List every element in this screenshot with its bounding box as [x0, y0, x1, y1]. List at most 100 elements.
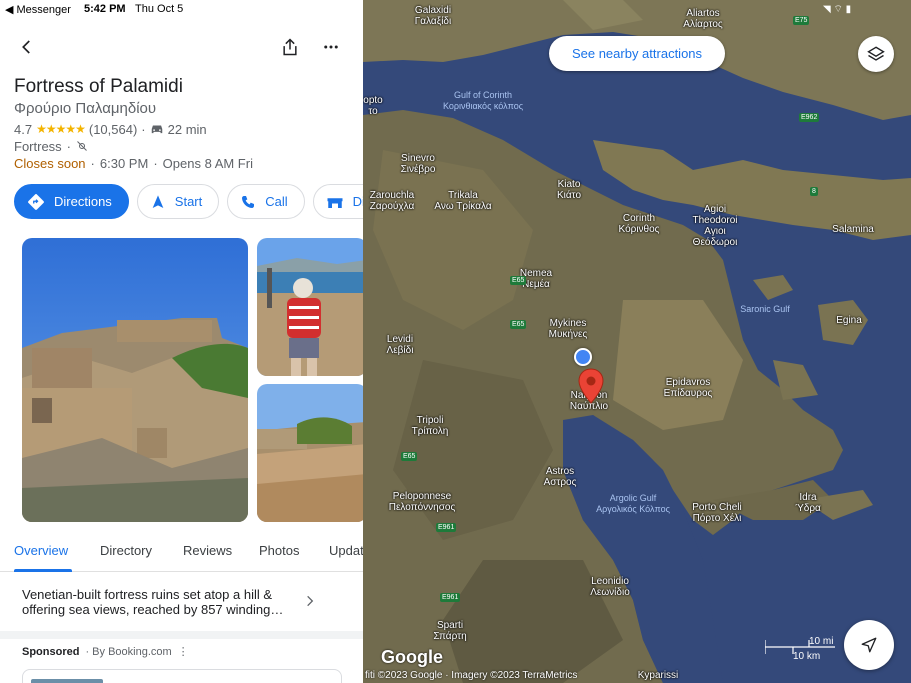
- top-nav: [0, 34, 363, 60]
- tab-photos[interactable]: Photos: [259, 543, 299, 558]
- tab-reviews[interactable]: Reviews: [183, 543, 232, 558]
- sponsored-by: · By Booking.com: [85, 645, 172, 658]
- sponsored-card[interactable]: [22, 669, 342, 683]
- layers-icon: [867, 46, 885, 61]
- directions-icon: [28, 193, 44, 210]
- map-label: Aliartos Αλίαρτος: [683, 8, 723, 30]
- road-shield: E962: [799, 113, 820, 122]
- status-time: 5:42 PM: [84, 3, 126, 15]
- not-accessible-icon: [77, 141, 87, 151]
- more-dots-icon: [324, 45, 338, 49]
- map-label: Sinevro Σινέβρο: [400, 153, 436, 175]
- navigation-arrow-icon: [152, 194, 164, 208]
- phone-icon: [242, 195, 255, 208]
- map-label: Leonidio Λεωνίδιο: [590, 576, 630, 598]
- road-shield: E65: [510, 276, 527, 285]
- car-icon: [151, 125, 162, 134]
- map-layers-button[interactable]: [858, 36, 894, 72]
- map-label: Levidi Λεβίδι: [386, 334, 414, 356]
- map-label: Agioi Theodoroi Αγιοι Θεόδωροι: [692, 204, 738, 248]
- map-label: Kiato Κιάτο: [556, 179, 582, 201]
- map-scale-bar: 10 mi 10 km: [765, 636, 837, 664]
- map-label: Tripoli Τρίπολη: [411, 415, 449, 437]
- drive-time: 22 min: [167, 121, 207, 137]
- satellite-map[interactable]: Galaxidi Γαλαξίδι Aliartos Αλίαρτος Gulf o…: [363, 0, 911, 683]
- hours-row[interactable]: Closes soon · 6:30 PM · Opens 8 AM Fri: [14, 155, 253, 171]
- map-label: Corinth Κόρινθος: [618, 213, 660, 235]
- chevron-right-icon: [307, 595, 314, 607]
- back-arrow-icon: [22, 40, 30, 54]
- scale-km: 10 km: [793, 651, 821, 662]
- photo-fortress-walls[interactable]: [22, 238, 248, 522]
- directions-button[interactable]: Directions: [14, 184, 129, 219]
- opens-time: Opens 8 AM Fri: [162, 155, 253, 171]
- rating-row[interactable]: 4.7 ★★★★★ (10,564) · 22 min: [14, 121, 207, 137]
- google-logo: Google: [381, 647, 443, 667]
- hotel-directory-button[interactable]: Dir: [312, 184, 363, 219]
- share-button[interactable]: [277, 34, 303, 60]
- map-attribution: fiti ©2023 Google · Imagery ©2023 TerraM…: [363, 669, 911, 683]
- tab-updates[interactable]: Updat: [329, 543, 363, 558]
- map-label: Idra Ύδρα: [795, 492, 821, 514]
- hotel-directory-label: Dir: [352, 194, 363, 209]
- map-label: opto το: [363, 95, 383, 117]
- sponsored-header: Sponsored · By Booking.com ⋮: [22, 645, 189, 659]
- category-row: Fortress ·: [14, 138, 88, 154]
- separator-dot: ·: [141, 121, 146, 137]
- place-pin-icon[interactable]: [578, 368, 604, 404]
- rating-stars-icon: ★★★★★: [36, 122, 86, 136]
- back-button[interactable]: [14, 34, 40, 60]
- map-label: Egina: [836, 315, 862, 326]
- tab-overview[interactable]: Overview: [14, 543, 68, 558]
- map-label: Epidavros Επίδαυρος: [663, 377, 713, 399]
- start-button[interactable]: Start: [136, 184, 220, 219]
- rating-value: 4.7: [14, 121, 33, 137]
- road-shield: E75: [793, 16, 810, 25]
- map-label: Gulf of Corinth Κορινθιακός κόλπος: [442, 90, 524, 111]
- open-status: Closes soon: [14, 155, 86, 171]
- map-label: Peloponnese Πελοπόννησος: [388, 491, 456, 513]
- road-shield: 8: [810, 187, 818, 196]
- more-options-button[interactable]: [318, 34, 344, 60]
- action-chips: Directions Start Call Dir: [14, 184, 363, 220]
- status-date: Thu Oct 5: [135, 3, 184, 15]
- section-divider: [0, 631, 363, 639]
- map-label: Porto Cheli Πόρτο Χέλι: [692, 502, 742, 524]
- place-panel: ◀ Messenger 5:42 PM Thu Oct 5 Fortress o…: [0, 0, 363, 683]
- call-button[interactable]: Call: [227, 184, 305, 219]
- map-label: Astros Αστρος: [543, 466, 577, 488]
- call-label: Call: [265, 194, 288, 209]
- map-label: Saronic Gulf: [740, 304, 790, 314]
- current-location-dot: [574, 348, 592, 366]
- directions-label: Directions: [54, 194, 112, 209]
- my-location-button[interactable]: [844, 620, 894, 670]
- description-expand-button[interactable]: [300, 591, 320, 611]
- see-nearby-attractions-button[interactable]: See nearby attractions: [549, 36, 725, 71]
- tab-directory[interactable]: Directory: [100, 543, 152, 558]
- place-local-name: Φρούριο Παλαμηδίου: [14, 100, 157, 117]
- map-label: Zarouchla Ζαρούχλα: [369, 190, 415, 212]
- road-shield: E65: [510, 320, 527, 329]
- map-label: Salamina: [832, 224, 874, 235]
- photo-visitor-on-ramparts[interactable]: [257, 238, 363, 376]
- separator-dot: ·: [153, 155, 158, 171]
- status-bar: ◀ Messenger 5:42 PM Thu Oct 5: [0, 0, 363, 18]
- photo-hillside-fortress[interactable]: [257, 384, 363, 522]
- place-description[interactable]: Venetian-built fortress ruins set atop a…: [22, 587, 292, 617]
- separator-dot: ·: [66, 138, 72, 154]
- sponsored-more-button[interactable]: ⋮: [178, 645, 189, 658]
- tab-bar: Overview Directory Reviews Photos Updat: [0, 536, 363, 572]
- back-to-app-link[interactable]: ◀ Messenger: [5, 3, 71, 16]
- active-tab-indicator: [14, 569, 72, 572]
- separator-dot: ·: [90, 155, 95, 171]
- map-label: Argolic Gulf Αργολικός Κόλπος: [596, 493, 670, 514]
- navigation-arrow-icon: [861, 637, 877, 653]
- status-icons: ◥ ⌔ ▮: [823, 4, 852, 15]
- sponsored-label: Sponsored: [22, 645, 80, 658]
- map-label: Trikala Ανω Τρίκαλα: [434, 190, 492, 212]
- scale-miles: 10 mi: [809, 636, 834, 647]
- sponsored-thumbnail: [31, 679, 103, 683]
- review-count: (10,564): [88, 121, 138, 137]
- place-title: Fortress of Palamidi: [14, 76, 183, 97]
- map-label: Mykines Μυκήνες: [548, 318, 588, 340]
